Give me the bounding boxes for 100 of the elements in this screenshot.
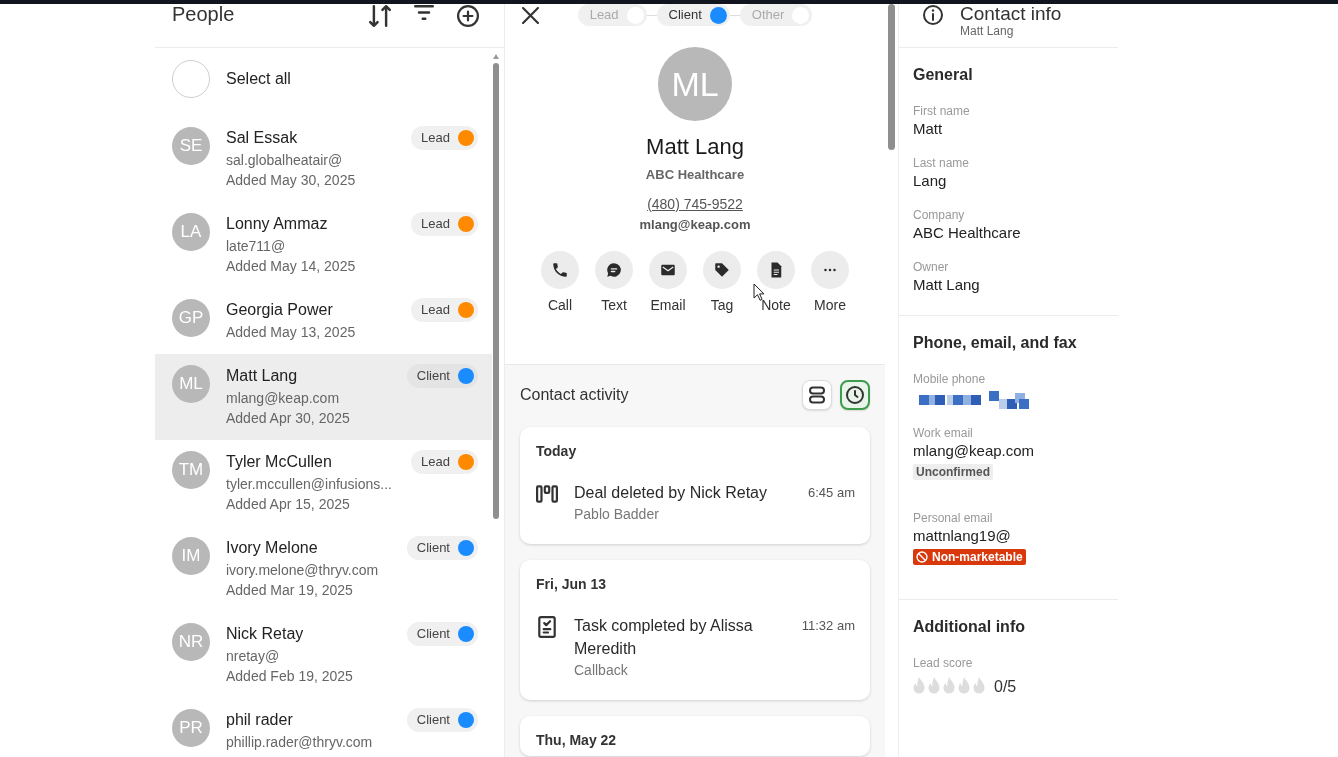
stage-pill[interactable]: Client [656, 4, 730, 26]
panel-title: Contact info [960, 4, 1062, 24]
activity-time: 6:45 am [808, 484, 855, 502]
filter-icon[interactable] [414, 5, 434, 20]
contact-type-label: Lead [421, 129, 450, 148]
block-icon [916, 551, 928, 563]
note-button[interactable]: Note [749, 251, 803, 314]
date-added: Added Mar 19, 2025 [226, 581, 354, 600]
contact-email: mlang@keap.com [226, 389, 341, 408]
field-value: Lang [913, 171, 948, 191]
activity-date: Fri, Jun 13 [536, 575, 608, 594]
section-title: Contact activity [520, 385, 629, 405]
panel-title: People [172, 4, 235, 24]
contact-email: mlang@keap.com [639, 216, 751, 234]
field-label: Company [913, 207, 966, 223]
initials-avatar: LA [172, 213, 210, 251]
field-label: Mobile phone [913, 371, 987, 387]
detail-scrollbar[interactable] [888, 4, 895, 150]
date-added: Added Apr 15, 2025 [226, 495, 351, 514]
initials-avatar: PR [172, 709, 210, 747]
mouse-pointer-icon [753, 283, 765, 301]
contact-email: nretay@ [226, 647, 281, 666]
contact-type-label: Lead [421, 215, 450, 234]
initials-avatar: NR [172, 623, 210, 661]
tag-icon [703, 251, 741, 289]
contact-email: tyler.mccullen@infusions... [226, 475, 393, 494]
field-value: mattnlang19@ [913, 526, 1012, 546]
chat-bubble-icon [595, 251, 633, 289]
contact-name: Georgia Power [226, 300, 333, 320]
field-label: Lead score [913, 655, 974, 671]
contact-type-label: Client [416, 367, 450, 386]
initials-avatar: IM [172, 537, 210, 575]
checklist-icon [536, 616, 558, 638]
list-scrollbar[interactable] [492, 53, 500, 519]
field-value: ABC Healthcare [913, 223, 1022, 243]
field-value: mlang@keap.com [913, 441, 1036, 461]
activity-title: Task completed by Alissa Meredith [574, 616, 754, 659]
activity-subtitle: Callback [574, 661, 629, 680]
contact-email: ivory.melone@thryv.com [226, 561, 380, 580]
activity-title: Deal deleted by Nick Retay [574, 483, 768, 503]
close-icon[interactable] [522, 6, 539, 24]
field-value: Matt Lang [913, 275, 981, 295]
contact-email: late711@ [226, 237, 287, 256]
tag-button[interactable]: Tag [695, 251, 749, 314]
date-added: Added May 30, 2025 [226, 171, 357, 190]
tag-label: Non-marketable [932, 549, 1023, 565]
contact-name: Lonny Ammaz [226, 214, 328, 234]
select-all-checkbox[interactable] [172, 60, 210, 98]
contact-list-item[interactable]: ML Matt Lang Client mlang@keap.com Added Apr 30, 2025 [155, 354, 492, 440]
company-name: ABC Healthcare [645, 166, 745, 184]
activity-date: Thu, May 22 [536, 731, 618, 750]
select-all-label[interactable]: Select all [226, 67, 291, 91]
contact-type-label: Client [416, 625, 450, 644]
call-button[interactable]: Call [533, 251, 587, 314]
section-heading: Additional info [913, 617, 1026, 637]
initials-avatar: TM [172, 451, 210, 489]
phone-link[interactable]: (480) 745-9522 [647, 194, 743, 214]
initials-avatar: SE [172, 127, 210, 165]
activity-date: Today [536, 442, 578, 461]
field-label: First name [913, 103, 971, 119]
date-added: Added Apr 30, 2025 [226, 409, 351, 428]
pipeline-bars-icon [536, 483, 558, 505]
more-button[interactable]: More [803, 251, 857, 314]
field-label: Owner [913, 259, 950, 275]
more-dots-icon [811, 251, 849, 289]
date-added: Added May 13, 2025 [226, 323, 357, 342]
timeline-view-button[interactable] [840, 380, 870, 410]
contact-name: Matt Lang [646, 133, 744, 161]
contact-name: Nick Retay [226, 624, 304, 644]
contact-type-label: Lead [421, 453, 450, 472]
lead-score-reading: 0/5 [994, 677, 1017, 697]
email-button[interactable]: Email [641, 251, 695, 314]
initials-avatar: ML [172, 365, 210, 403]
field-label: Last name [913, 155, 971, 171]
field-label: Work email [913, 425, 974, 441]
activity-subtitle: Pablo Badder [574, 505, 660, 524]
list-view-button[interactable] [802, 380, 832, 410]
add-icon[interactable] [457, 5, 479, 27]
status-tag: Unconfirmed [913, 464, 993, 480]
sort-icon[interactable] [369, 5, 391, 27]
text-button[interactable]: Text [587, 251, 641, 314]
section-heading: General [913, 65, 974, 85]
contact-name: Ivory Melone [226, 538, 318, 558]
clock-icon [846, 386, 864, 404]
panel-subtitle: Matt Lang [960, 24, 1015, 38]
field-value: Matt [913, 119, 944, 139]
activity-time: 11:32 am [801, 617, 855, 635]
contact-type-label: Client [416, 711, 450, 730]
date-added: Added Feb 19, 2025 [226, 667, 354, 686]
envelope-icon [649, 251, 687, 289]
field-label: Personal email [913, 510, 994, 526]
contact-name: Matt Lang [226, 366, 298, 386]
date-added: Added May 14, 2025 [226, 257, 357, 276]
initials-avatar: ML [658, 47, 732, 121]
phone-icon [541, 251, 579, 289]
info-icon [923, 5, 943, 25]
section-heading: Phone, email, and fax [913, 333, 1078, 353]
stage-dot-icon [709, 6, 727, 24]
initials-avatar: GP [172, 299, 210, 337]
contact-name: phil rader [226, 710, 293, 730]
